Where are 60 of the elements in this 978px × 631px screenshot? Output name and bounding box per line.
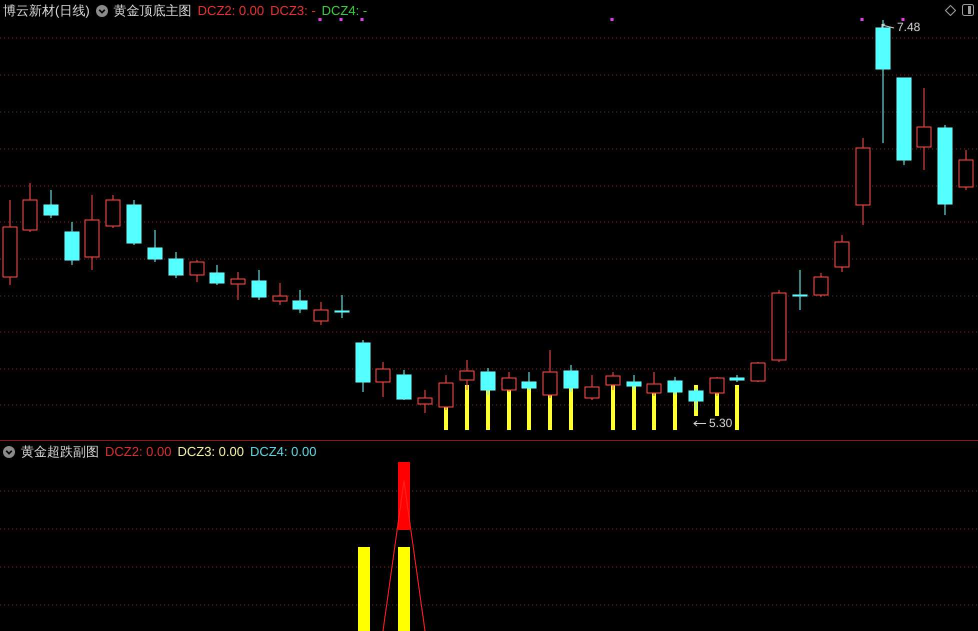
candlestick <box>272 282 288 306</box>
candlestick <box>418 390 432 414</box>
indicator-value: DCZ2: 0.00 <box>105 444 172 460</box>
candlestick <box>126 200 142 246</box>
candlestick <box>252 270 266 300</box>
candlestick <box>356 340 370 392</box>
candlestick <box>814 272 828 298</box>
candlestick <box>396 370 412 400</box>
indicator-title: 黄金超跌副图 <box>21 444 99 460</box>
indicator-bar <box>398 462 410 530</box>
candlestick <box>190 260 204 282</box>
candlestick <box>542 350 558 398</box>
candlestick <box>688 388 704 410</box>
candlestick <box>376 362 390 398</box>
high-price-label: 7.48 <box>897 20 920 34</box>
candlestick <box>668 376 682 396</box>
candlestick <box>522 372 536 390</box>
indicator-value: DCZ4: - <box>322 3 368 19</box>
diamond-icon[interactable] <box>945 5 956 16</box>
collapse-icon[interactable] <box>96 5 108 17</box>
candlestick <box>750 362 766 382</box>
candlestick <box>168 252 184 278</box>
candlestick <box>438 374 454 410</box>
candlestick <box>22 182 38 232</box>
candlestick <box>710 376 724 396</box>
candlestick <box>480 368 496 396</box>
candlestick <box>64 222 80 266</box>
indicator-value: DCZ4: 0.00 <box>250 444 316 460</box>
window-icon[interactable] <box>962 4 974 16</box>
collapse-icon[interactable] <box>3 446 15 458</box>
arrow-icon <box>881 22 895 32</box>
indicator-value: DCZ2: 0.00 <box>198 3 264 19</box>
candlestick <box>502 372 516 392</box>
candlestick <box>646 372 662 396</box>
candlestick <box>210 264 224 286</box>
signal-bar <box>632 385 636 430</box>
candlestick <box>834 234 850 272</box>
stock-title: 博云新材(日线) <box>3 3 90 19</box>
indicator-value: DCZ3: 0.00 <box>177 444 244 460</box>
candlestick <box>606 372 620 390</box>
signal-bar <box>611 385 615 430</box>
arrow-icon <box>693 420 707 426</box>
candlestick <box>792 270 808 310</box>
candlestick <box>460 360 474 390</box>
low-price-label: 5.30 <box>709 416 732 430</box>
candlestick <box>564 364 578 392</box>
indicator-value: DCZ3: - <box>270 3 316 19</box>
candlestick <box>584 374 600 400</box>
candlestick <box>314 302 328 326</box>
candlestick <box>148 230 162 262</box>
candlestick <box>44 190 58 218</box>
candlestick <box>106 194 120 228</box>
candlestick <box>958 150 974 190</box>
candlestick <box>334 294 350 318</box>
indicator-title: 黄金顶底主图 <box>114 3 192 19</box>
signal-bar <box>735 385 739 430</box>
signal-bar <box>465 385 469 430</box>
candlestick <box>230 272 246 300</box>
candlestick <box>292 290 308 314</box>
candlestick <box>626 374 642 390</box>
